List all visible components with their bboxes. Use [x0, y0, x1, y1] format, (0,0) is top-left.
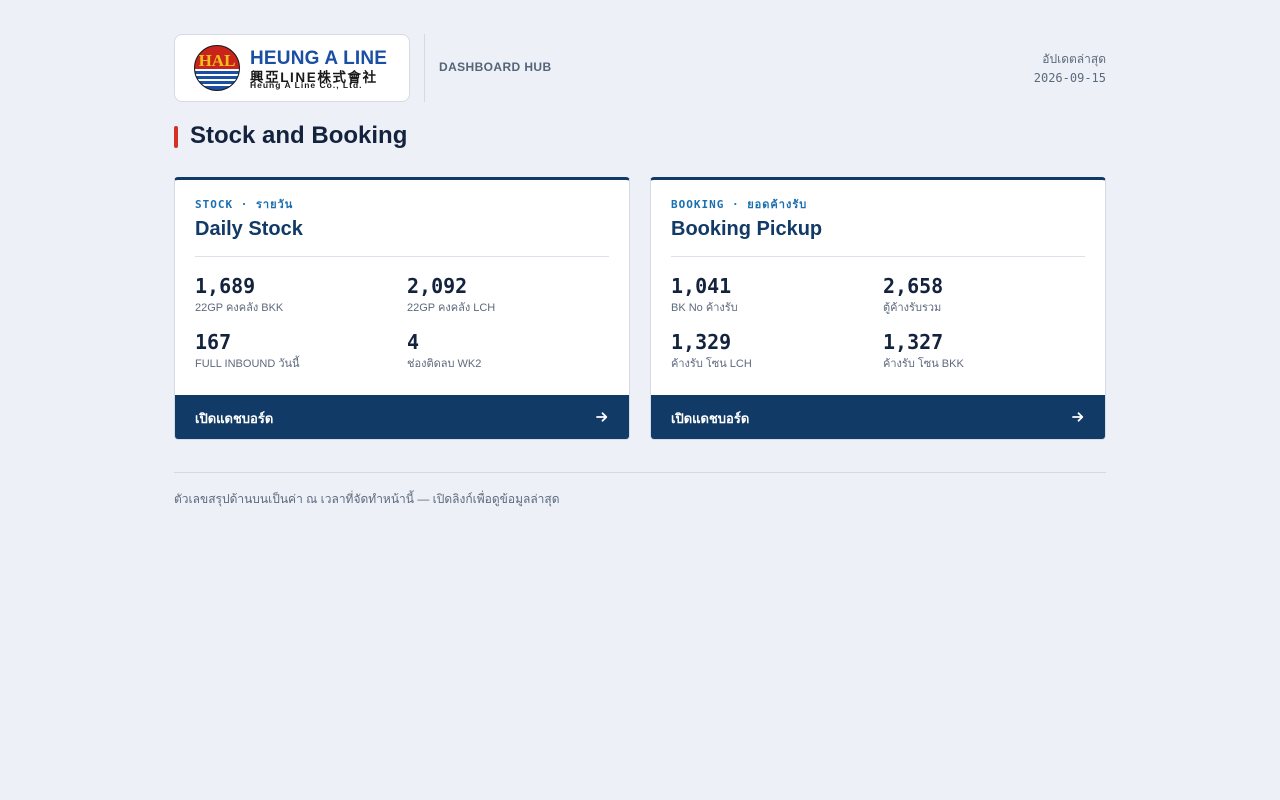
- metric-value: 2,658: [883, 274, 944, 298]
- last-update-label: อัปเดตล่าสุด: [1042, 52, 1106, 66]
- arrow-right-icon: [596, 412, 608, 422]
- logo-mark-text: HAL: [199, 51, 236, 70]
- metric-label: FULL INBOUND วันนี้: [195, 358, 300, 370]
- metric: 4 ช่องติดลบ WK2: [407, 330, 607, 372]
- last-update: อัปเดตล่าสุด 2026-09-15: [1034, 50, 1106, 88]
- metric-value: 167: [195, 330, 232, 354]
- last-update-date: 2026-09-15: [1033, 71, 1106, 85]
- footer-divider: [174, 472, 1106, 473]
- arrow-right-icon: [1072, 412, 1084, 422]
- metric: 1,327 ค้างรับ โซน BKK: [883, 330, 1083, 372]
- section-title: Stock and Booking: [190, 122, 408, 149]
- section-accent-bar: [174, 126, 178, 148]
- open-dashboard-button[interactable]: เปิดแดชบอร์ด: [175, 395, 629, 439]
- booking-pickup-card: BOOKING · ยอดค้างรับ Booking Pickup 1,04…: [650, 177, 1106, 440]
- company-logo[interactable]: HAL HEUNG A LINE 興亞LINE株式會社 Heung A Line…: [174, 34, 410, 102]
- metric: 2,658 ตู้ค้างรับรวม: [883, 274, 1083, 316]
- open-dashboard-label: เปิดแดชบอร์ด: [195, 411, 274, 426]
- metric: 1,329 ค้างรับ โซน LCH: [671, 330, 871, 372]
- daily-stock-card: STOCK · รายวัน Daily Stock 1,689 22GP คง…: [174, 177, 630, 440]
- logo-tagline: Heung A Line Co., Ltd.: [250, 80, 363, 90]
- metric-label: ตู้ค้างรับรวม: [883, 302, 942, 314]
- page: HAL HEUNG A LINE 興亞LINE株式會社 Heung A Line…: [174, 34, 1106, 506]
- metric-label: 22GP คงคลัง BKK: [195, 302, 284, 314]
- header: HAL HEUNG A LINE 興亞LINE株式會社 Heung A Line…: [174, 34, 1106, 102]
- card-divider: [671, 256, 1085, 257]
- metric: 1,689 22GP คงคลัง BKK: [195, 274, 395, 316]
- metric-label: ค้างรับ โซน LCH: [671, 358, 752, 370]
- metric: 2,092 22GP คงคลัง LCH: [407, 274, 607, 316]
- metric-value: 1,327: [883, 330, 944, 354]
- card-title: Booking Pickup: [671, 218, 823, 240]
- header-divider: [424, 34, 425, 102]
- card-tag: STOCK · รายวัน: [195, 198, 294, 211]
- card-tag: BOOKING · ยอดค้างรับ: [671, 198, 808, 211]
- hal-logo-icon: HAL: [194, 45, 240, 91]
- logo-wordmark: HEUNG A LINE 興亞LINE株式會社 Heung A Line Co.…: [250, 48, 398, 90]
- open-dashboard-label: เปิดแดชบอร์ด: [671, 411, 750, 426]
- metric-value: 1,689: [195, 274, 256, 298]
- footer-note: ตัวเลขสรุปด้านบนเป็นค่า ณ เวลาที่จัดทำหน…: [174, 492, 560, 506]
- open-dashboard-button[interactable]: เปิดแดชบอร์ด: [651, 395, 1105, 439]
- card-title: Daily Stock: [195, 218, 303, 240]
- metric-label: ช่องติดลบ WK2: [407, 358, 482, 370]
- metric-value: 2,092: [407, 274, 468, 298]
- metric: 167 FULL INBOUND วันนี้: [195, 330, 395, 372]
- metric-label: 22GP คงคลัง LCH: [407, 302, 496, 314]
- metric-value: 4: [407, 330, 420, 354]
- metric-value: 1,041: [671, 274, 732, 298]
- card-divider: [195, 256, 609, 257]
- metric: 1,041 BK No ค้างรับ: [671, 274, 871, 316]
- metric-label: ค้างรับ โซน BKK: [883, 358, 964, 370]
- hub-label: DASHBOARD HUB: [439, 60, 552, 74]
- metric-label: BK No ค้างรับ: [671, 302, 738, 314]
- metric-value: 1,329: [671, 330, 732, 354]
